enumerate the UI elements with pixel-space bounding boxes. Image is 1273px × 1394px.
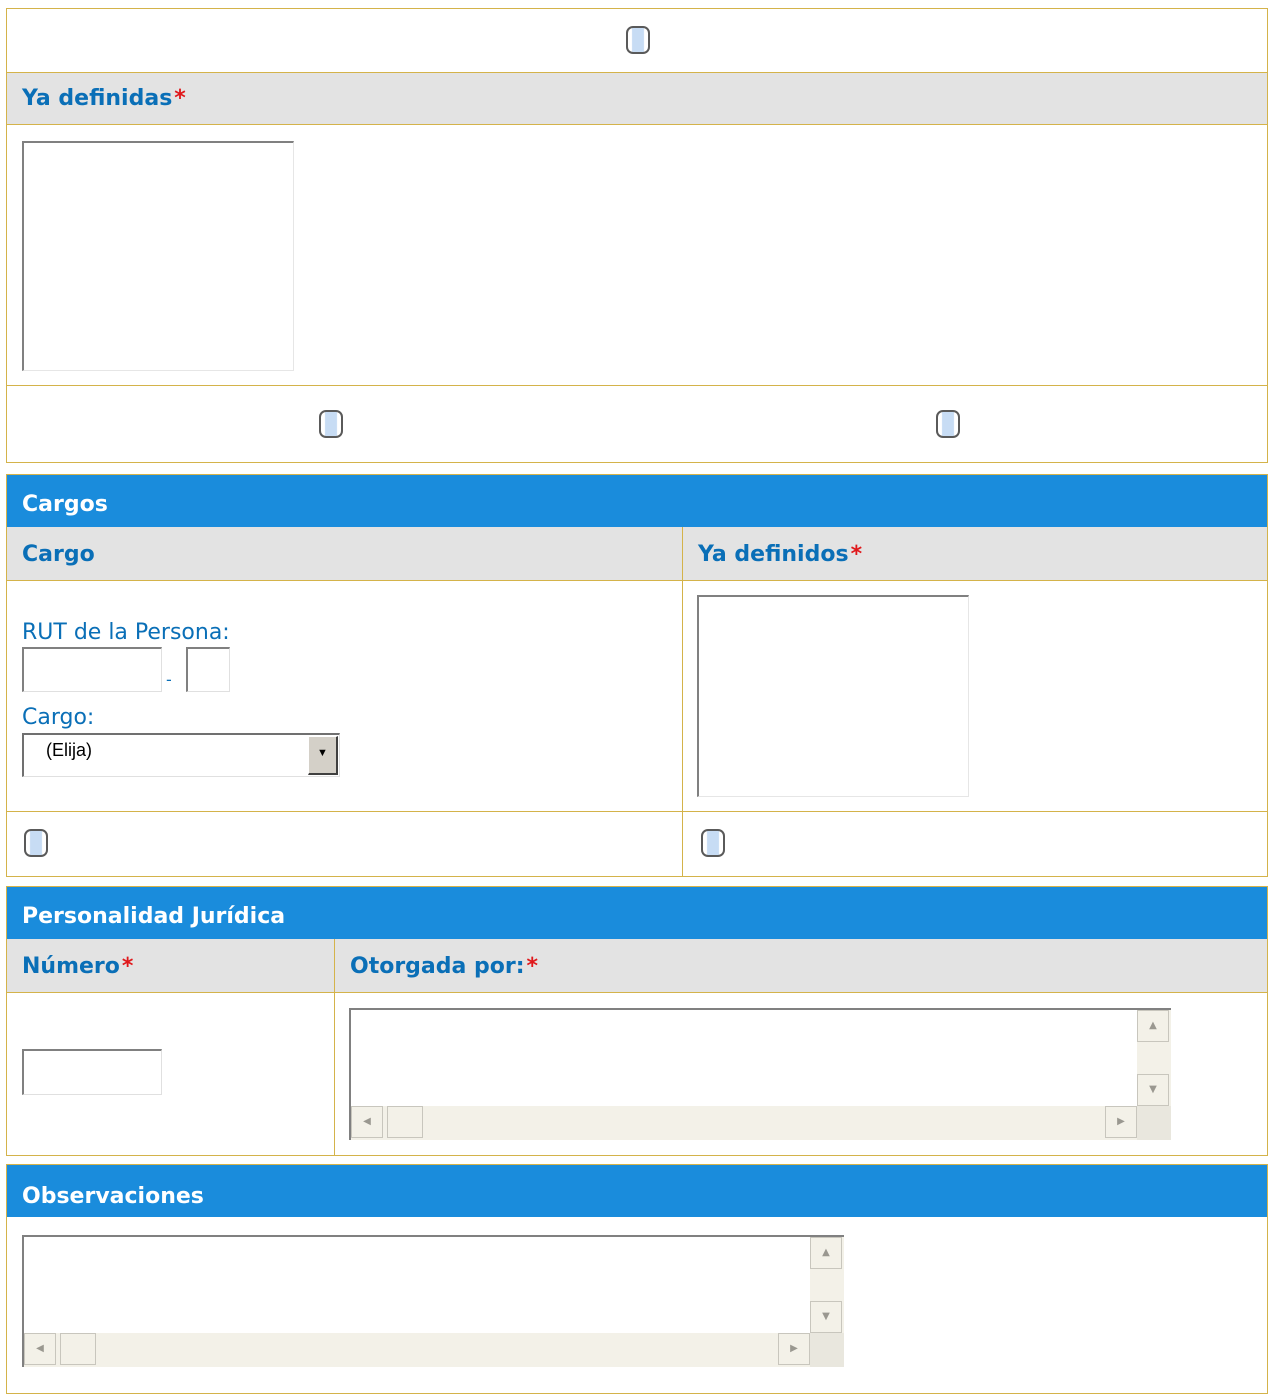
pill-button-icon[interactable] [626, 26, 650, 54]
cargo-column-header: Cargo [7, 527, 683, 581]
scroll-thumb[interactable] [387, 1106, 423, 1138]
scroll-left-icon[interactable]: ◀ [351, 1106, 383, 1138]
divider [7, 811, 1267, 812]
required-marker: * [121, 954, 134, 979]
cargo-column-label: Cargo [22, 542, 95, 567]
observaciones-textarea[interactable]: ▲ ▼ ◀ ▶ [22, 1235, 844, 1367]
divider [7, 385, 1267, 386]
scrollbar-corner [810, 1333, 844, 1367]
column-divider [682, 527, 683, 877]
scroll-thumb[interactable] [60, 1333, 96, 1365]
cargo-label: Cargo: [22, 705, 95, 730]
scroll-right-icon[interactable]: ▶ [778, 1333, 810, 1365]
scroll-up-icon[interactable]: ▲ [810, 1237, 842, 1269]
cargo-select-value: (Elija) [46, 740, 93, 760]
vertical-scrollbar[interactable]: ▲ ▼ [1137, 1010, 1171, 1106]
rut-separator: - [166, 670, 172, 689]
observaciones-panel: Observaciones ▲ ▼ ◀ ▶ [6, 1164, 1268, 1394]
numero-column-header: Número* [7, 939, 335, 993]
rut-number-input[interactable] [22, 647, 162, 692]
horizontal-scrollbar[interactable]: ◀ ▶ [24, 1333, 810, 1367]
otorgada-column-header: Otorgada por:* [335, 939, 1267, 993]
ya-definidas-label: Ya definidas [22, 86, 173, 111]
rut-dv-input[interactable] [186, 647, 230, 692]
scroll-left-icon[interactable]: ◀ [24, 1333, 56, 1365]
ya-definidos-column-header: Ya definidos* [683, 527, 1267, 581]
add-cargo-button-icon[interactable] [24, 829, 48, 857]
zonas-panel: Ya definidas* [6, 8, 1268, 463]
ya-definidos-listbox[interactable] [697, 595, 969, 797]
cargos-title: Cargos [7, 475, 1267, 527]
numero-label: Número [22, 954, 120, 979]
personalidad-title: Personalidad Jurídica [7, 887, 1267, 939]
observaciones-title: Observaciones [7, 1165, 1267, 1217]
scroll-down-icon[interactable]: ▼ [1137, 1074, 1169, 1106]
required-marker: * [174, 86, 186, 111]
otorgada-textarea[interactable]: ▲ ▼ ◀ ▶ [349, 1008, 1171, 1140]
cargo-select[interactable]: (Elija) ▼ [22, 733, 340, 777]
numero-input[interactable] [22, 1049, 162, 1095]
required-marker: * [850, 542, 863, 567]
otorgada-label: Otorgada por: [350, 954, 525, 979]
scroll-down-icon[interactable]: ▼ [810, 1301, 842, 1333]
scroll-up-icon[interactable]: ▲ [1137, 1010, 1169, 1042]
horizontal-scrollbar[interactable]: ◀ ▶ [351, 1106, 1137, 1140]
personalidad-panel: Personalidad Jurídica Número* Otorgada p… [6, 886, 1268, 1156]
ya-definidos-label: Ya definidos [698, 542, 849, 567]
cargos-panel: Cargos Cargo Ya definidos* RUT de la Per… [6, 474, 1268, 877]
rut-label: RUT de la Persona: [22, 620, 230, 645]
scrollbar-corner [1137, 1106, 1171, 1140]
required-marker: * [526, 954, 539, 979]
add-button-icon[interactable] [319, 410, 343, 438]
ya-definidas-header: Ya definidas* [7, 73, 1267, 125]
column-divider [334, 939, 335, 1156]
scroll-right-icon[interactable]: ▶ [1105, 1106, 1137, 1138]
remove-button-icon[interactable] [936, 410, 960, 438]
ya-definidas-listbox[interactable] [22, 141, 294, 371]
vertical-scrollbar[interactable]: ▲ ▼ [810, 1237, 844, 1333]
remove-cargo-button-icon[interactable] [701, 829, 725, 857]
chevron-down-icon[interactable]: ▼ [308, 736, 338, 775]
